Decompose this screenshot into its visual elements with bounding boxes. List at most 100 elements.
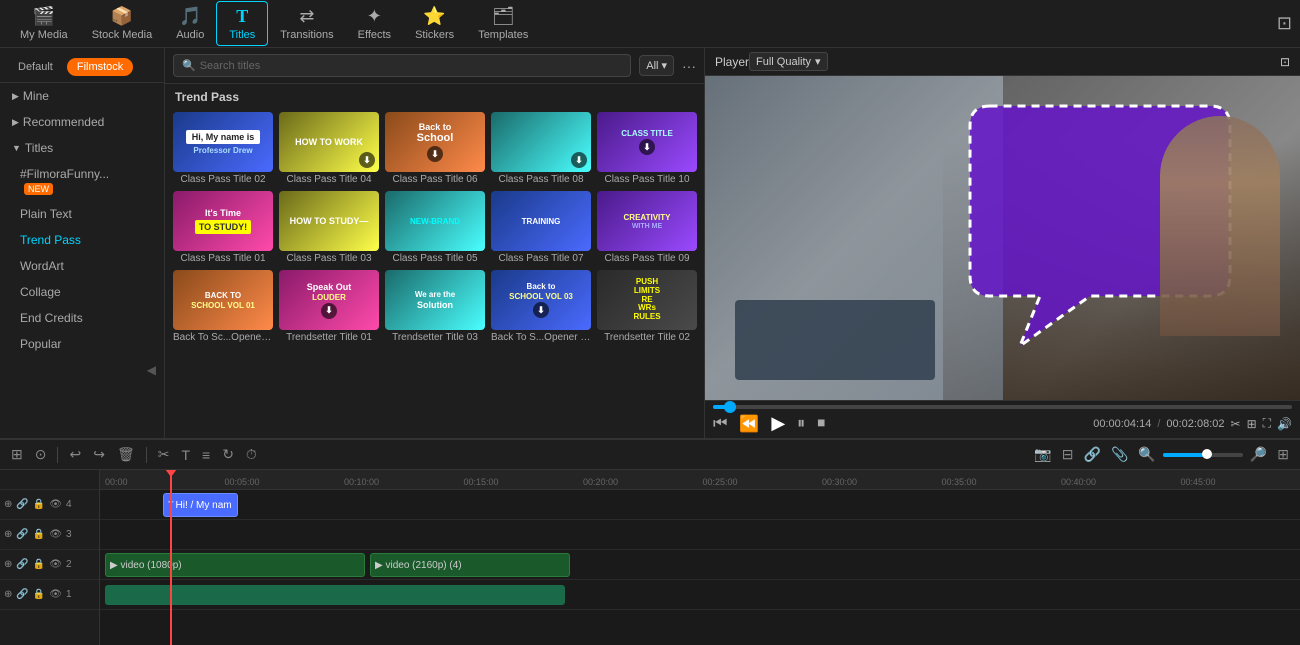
list-item[interactable]: Speak Out LOUDER ⬇ Trendsetter Title 01 xyxy=(279,270,379,343)
eye-icon[interactable]: 👁 xyxy=(49,499,62,510)
toolbar-audio[interactable]: 🎵 Audio xyxy=(164,2,216,45)
video-clip-2[interactable]: ▶ video (2160p) (4) xyxy=(370,553,570,577)
timeline-rotate-btn[interactable]: ↻ xyxy=(219,444,237,465)
toolbar-effects[interactable]: ✦ Effects xyxy=(346,2,403,45)
sidebar-recommended-section[interactable]: ▶ Recommended xyxy=(0,109,164,135)
timeline-link-btn[interactable]: 🔗 xyxy=(1081,444,1104,465)
timeline-undo-btn[interactable]: ↩ xyxy=(66,444,84,465)
sidebar-item-filmora-funny[interactable]: #FilmoraFunny... NEW xyxy=(0,161,164,201)
zoom-track[interactable] xyxy=(1163,453,1243,457)
link-icon[interactable]: 🔗 xyxy=(16,559,28,570)
add-track-icon[interactable]: ⊕ xyxy=(4,529,12,540)
list-item[interactable]: CREATIVITY WITH ME Class Pass Title 09 xyxy=(597,191,697,264)
track-num-2: 2 xyxy=(66,559,72,570)
skip-back-btn[interactable]: ⏮ xyxy=(713,415,727,433)
track-row-3 xyxy=(100,520,1300,550)
timeline-clip-btn[interactable]: 📎 xyxy=(1108,444,1131,465)
toolbar-stickers[interactable]: ⭐ Stickers xyxy=(403,2,466,45)
ruler-mark: 00:00 xyxy=(105,477,225,487)
playhead[interactable] xyxy=(170,470,172,645)
time-total: 00:02:08:02 xyxy=(1166,418,1224,430)
sidebar-titles-section[interactable]: ▼ Titles xyxy=(0,135,164,161)
video-clip-1[interactable]: ▶ video (1080p) xyxy=(105,553,365,577)
sidebar-tab-default[interactable]: Default xyxy=(8,58,63,76)
timeline-grid-btn[interactable]: ⊞ xyxy=(8,444,26,465)
eye-icon[interactable]: 👁 xyxy=(49,559,62,570)
sidebar-mine-section[interactable]: ▶ Mine xyxy=(0,83,164,109)
filter-dropdown[interactable]: All ▾ xyxy=(639,55,674,76)
sidebar-tab-filmstock[interactable]: Filmstock xyxy=(67,58,133,76)
list-item[interactable]: Hi, My name is Professor Drew Class Pass… xyxy=(173,112,273,185)
link-icon[interactable]: 🔗 xyxy=(16,529,28,540)
play-btn[interactable]: ▶ xyxy=(771,413,785,434)
crop-btn[interactable]: ⊞ xyxy=(1247,417,1257,431)
sidebar-item-end-credits[interactable]: End Credits xyxy=(0,305,164,331)
timeline-speed-btn[interactable]: ⏱ xyxy=(243,444,260,465)
timeline-view-btn[interactable]: ⊞ xyxy=(1274,444,1292,465)
add-track-icon[interactable]: ⊕ xyxy=(4,589,12,600)
timeline-align-btn[interactable]: ≡ xyxy=(199,445,213,465)
toolbar-my-media[interactable]: 🎬 My Media xyxy=(8,2,80,45)
list-item[interactable]: BACK TO SCHOOL VOL 01 Back To Sc...Opene… xyxy=(173,270,273,343)
list-item[interactable]: HOW TO STUDY— Class Pass Title 03 xyxy=(279,191,379,264)
timeline-zoom-out-btn[interactable]: 🔍 xyxy=(1135,444,1158,465)
fullscreen-btn[interactable]: ⛶ xyxy=(1263,416,1271,431)
list-item[interactable]: NEW-BRAND Class Pass Title 05 xyxy=(385,191,485,264)
player-expand-icon[interactable]: ⊡ xyxy=(1280,55,1290,69)
list-item[interactable]: ⬇ Class Pass Title 08 xyxy=(491,112,591,185)
link-icon[interactable]: 🔗 xyxy=(16,589,28,600)
thumb-class-pass-05: NEW-BRAND xyxy=(385,191,485,251)
timeline-delete-btn[interactable]: 🗑 xyxy=(114,444,138,465)
list-item[interactable]: We are the Solution Trendsetter Title 03 xyxy=(385,270,485,343)
sidebar-item-wordart[interactable]: WordArt xyxy=(0,253,164,279)
sidebar-item-popular[interactable]: Popular xyxy=(0,331,164,357)
toolbar-titles[interactable]: T Titles xyxy=(216,1,268,46)
collapse-sidebar-btn[interactable]: ◀ xyxy=(147,363,156,377)
more-options-btn[interactable]: ··· xyxy=(682,58,696,74)
link-icon[interactable]: 🔗 xyxy=(16,499,28,510)
add-track-icon[interactable]: ⊕ xyxy=(4,499,12,510)
sidebar-item-trend-pass[interactable]: Trend Pass xyxy=(0,227,164,253)
eye-icon[interactable]: 👁 xyxy=(49,529,62,540)
toolbar-stock-media[interactable]: 📦 Stock Media xyxy=(80,2,165,45)
step-back-btn[interactable]: ⏪ xyxy=(739,414,759,434)
effects-icon: ✦ xyxy=(367,6,382,27)
volume-btn[interactable]: 🔊 xyxy=(1277,417,1292,431)
title-clip[interactable]: T Hi! / My nam xyxy=(163,493,238,517)
toolbar-transitions[interactable]: ⇄ Transitions xyxy=(268,2,345,45)
audio-clip[interactable] xyxy=(105,585,565,605)
timeline-text-btn[interactable]: T xyxy=(178,445,193,465)
progress-knob[interactable] xyxy=(724,401,736,413)
progress-bar[interactable] xyxy=(713,405,1292,409)
sidebar-item-collage[interactable]: Collage xyxy=(0,279,164,305)
list-item[interactable]: TRAINING Class Pass Title 07 xyxy=(491,191,591,264)
lock-icon[interactable]: 🔒 xyxy=(33,559,45,570)
lock-icon[interactable]: 🔒 xyxy=(33,529,45,540)
eye-icon[interactable]: 👁 xyxy=(49,589,62,600)
timeline-magnet-btn[interactable]: ⊙ xyxy=(32,444,50,465)
list-item[interactable]: HOW TO WORK ⬇ Class Pass Title 04 xyxy=(279,112,379,185)
split-btn[interactable]: ✂ xyxy=(1231,417,1241,431)
pause-btn[interactable]: ⏸ xyxy=(797,415,805,433)
timeline-redo-btn[interactable]: ↪ xyxy=(90,444,108,465)
list-item[interactable]: It's Time TO STUDY! Class Pass Title 01 xyxy=(173,191,273,264)
titles-arrow-icon: ▼ xyxy=(12,143,21,153)
timeline-cut-btn[interactable]: ✂ xyxy=(155,444,173,465)
toolbar-templates[interactable]: 🗂 Templates xyxy=(466,2,540,45)
list-item[interactable]: CLASS TITLE ⬇ Class Pass Title 10 xyxy=(597,112,697,185)
stop-btn[interactable]: ⏹ xyxy=(817,415,825,433)
lock-icon[interactable]: 🔒 xyxy=(33,589,45,600)
zoom-knob[interactable] xyxy=(1202,449,1212,459)
timeline-zoom-in-btn[interactable]: 🔎 xyxy=(1247,444,1270,465)
quality-dropdown[interactable]: Full Quality ▾ xyxy=(749,52,828,71)
ruler-mark: 00:30:00 xyxy=(822,477,942,487)
timeline-camera-btn[interactable]: 📷 xyxy=(1031,444,1054,465)
add-track-icon[interactable]: ⊕ xyxy=(4,559,12,570)
list-item[interactable]: Back to School ⬇ Class Pass Title 06 xyxy=(385,112,485,185)
sidebar-item-plain-text[interactable]: Plain Text xyxy=(0,201,164,227)
lock-icon[interactable]: 🔒 xyxy=(33,499,45,510)
list-item[interactable]: PUSHLIMITSREWRsRULES Trendsetter Title 0… xyxy=(597,270,697,343)
list-item[interactable]: Back to SCHOOL VOL 03 ⬇ Back To S...Open… xyxy=(491,270,591,343)
search-box[interactable]: 🔍 Search titles xyxy=(173,54,631,77)
timeline-layout-btn[interactable]: ⊟ xyxy=(1059,444,1077,465)
